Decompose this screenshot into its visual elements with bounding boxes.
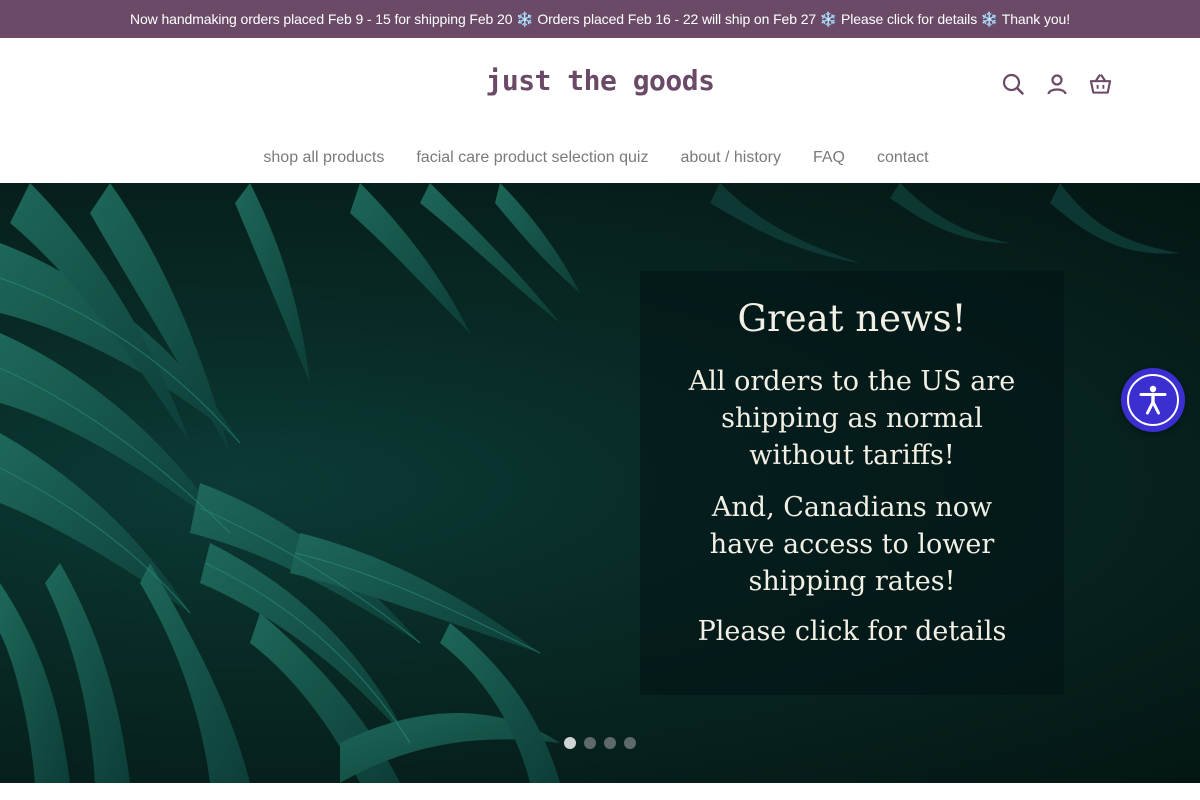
accessibility-icon	[1139, 385, 1167, 415]
site-header: just the goods shop all products facial …	[0, 38, 1200, 183]
account-button[interactable]	[1045, 72, 1068, 95]
hero-slideshow[interactable]: Great news! All orders to the US are shi…	[0, 183, 1200, 783]
nav-contact[interactable]: contact	[877, 149, 929, 167]
cart-button[interactable]	[1089, 72, 1112, 95]
promo-panel[interactable]: Great news! All orders to the US are shi…	[640, 271, 1064, 695]
slide-pagination	[0, 737, 1200, 749]
slide-dot-3[interactable]	[604, 737, 616, 749]
header-actions	[1001, 72, 1112, 95]
promo-title: Great news!	[737, 297, 967, 340]
account-icon	[1046, 73, 1067, 94]
logo-link[interactable]: just the goods	[485, 64, 715, 97]
promo-line-canada-text: And, Canadians now have access to lower …	[709, 492, 995, 597]
announcement-text: Now handmaking orders placed Feb 9 - 15 …	[129, 10, 1071, 27]
main-nav: shop all products facial care product se…	[0, 146, 1200, 170]
slide-dot-1[interactable]	[564, 737, 576, 749]
accessibility-button[interactable]	[1121, 368, 1185, 432]
nav-faq[interactable]: FAQ	[813, 149, 845, 167]
slide-dot-2[interactable]	[584, 737, 596, 749]
search-icon	[1002, 73, 1024, 95]
cart-icon	[1089, 73, 1112, 94]
promo-line-us-text: All orders to the US are shipping as nor…	[688, 366, 1016, 471]
promo-line-details: Please click for details	[697, 616, 1007, 647]
promo-line-canada: And, Canadians now have access to lower …	[640, 489, 1064, 600]
nav-facial-care-quiz[interactable]: facial care product selection quiz	[416, 149, 648, 167]
accessibility-ring	[1127, 374, 1179, 426]
nav-shop-all-products[interactable]: shop all products	[263, 149, 384, 167]
search-button[interactable]	[1001, 72, 1024, 95]
nav-about-history[interactable]: about / history	[680, 149, 781, 167]
promo-line-us: All orders to the US are shipping as nor…	[640, 363, 1064, 474]
slide-dot-4[interactable]	[624, 737, 636, 749]
announcement-bar[interactable]: Now handmaking orders placed Feb 9 - 15 …	[0, 0, 1200, 38]
